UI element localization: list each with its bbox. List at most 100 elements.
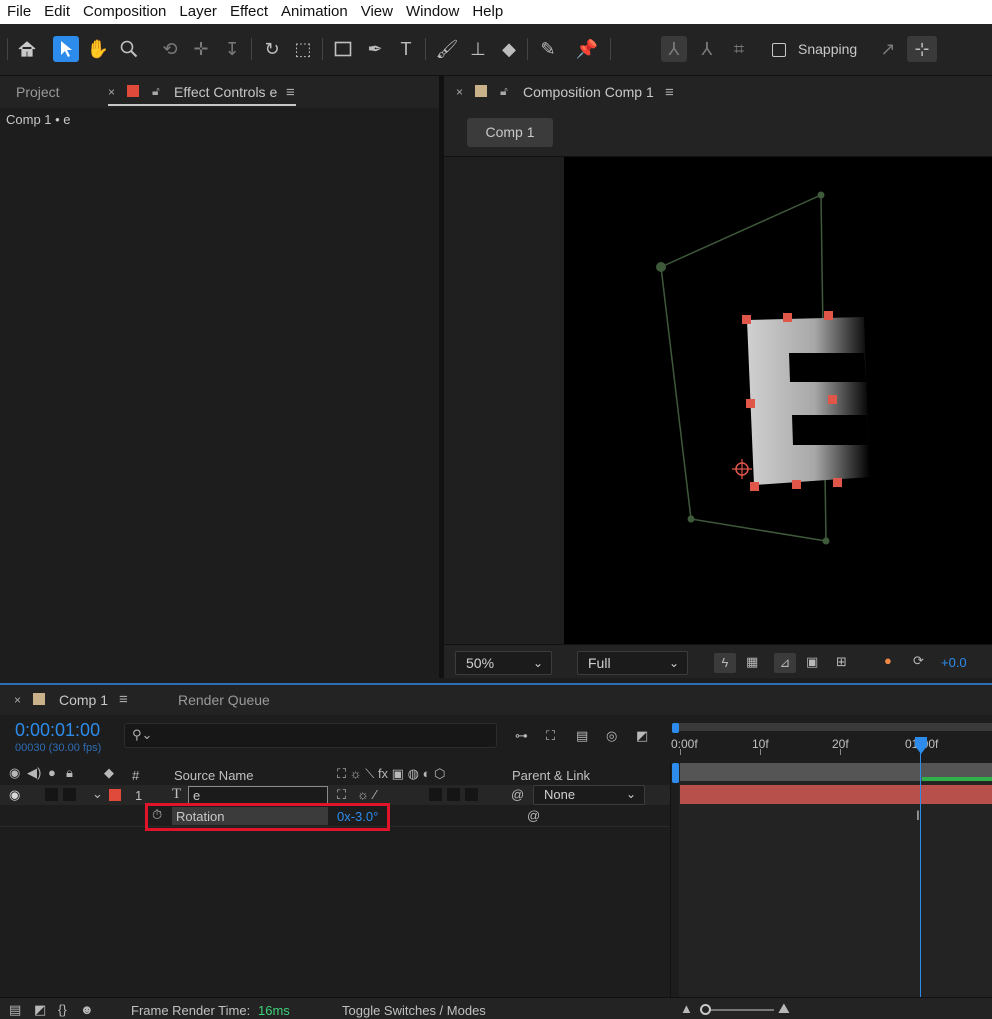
- menu-effect[interactable]: Effect: [223, 0, 274, 24]
- snapping-checkbox[interactable]: [772, 43, 786, 57]
- hand-tool-icon[interactable]: ✋: [85, 36, 111, 62]
- lock-toggle[interactable]: [63, 788, 76, 801]
- in-out-icon[interactable]: {}: [58, 1002, 67, 1017]
- playhead-line[interactable]: [920, 737, 921, 999]
- magnification-dropdown[interactable]: 50% ⌄: [455, 651, 552, 675]
- quality-switch-icon[interactable]: ☼: [357, 787, 369, 802]
- playhead-icon[interactable]: [914, 737, 928, 757]
- zoom-in-icon[interactable]: ⛰: [778, 1000, 790, 1017]
- fast-preview-icon[interactable]: ϟ: [714, 653, 736, 673]
- zoom-slider-track[interactable]: [700, 1009, 774, 1011]
- anchor-point-icon[interactable]: [732, 459, 752, 479]
- zoom-slider-thumb[interactable]: [700, 1004, 711, 1015]
- zoom-tool-icon[interactable]: [116, 36, 142, 62]
- motion-blur-toggle[interactable]: [429, 788, 442, 801]
- comp-mini-flowchart-icon[interactable]: ⊶: [515, 728, 528, 744]
- layer-label-color[interactable]: [109, 789, 121, 801]
- pickwhip-icon[interactable]: @: [511, 787, 524, 802]
- comp-breadcrumb-button[interactable]: Comp 1: [467, 118, 553, 147]
- close-icon[interactable]: ×: [456, 85, 463, 99]
- menu-edit[interactable]: Edit: [37, 0, 76, 24]
- dolly-camera-icon[interactable]: ↧: [219, 36, 245, 62]
- transparency-grid-icon[interactable]: ▦: [746, 654, 758, 670]
- menu-help[interactable]: Help: [465, 0, 509, 24]
- layer-name-field[interactable]: e: [188, 786, 328, 804]
- color-channels-icon[interactable]: ●: [884, 653, 892, 668]
- menu-animation[interactable]: Animation: [274, 0, 354, 24]
- work-area-bracket[interactable]: [672, 763, 679, 783]
- mask-visibility-icon[interactable]: ⊿: [774, 653, 796, 673]
- quality-slash-icon[interactable]: ∕: [374, 787, 376, 802]
- current-timecode[interactable]: 0:00:01:00: [15, 720, 100, 741]
- panel-menu-icon[interactable]: ≡: [286, 84, 295, 101]
- panel-menu-icon[interactable]: ≡: [665, 84, 674, 101]
- motion-blur-icon[interactable]: ◩: [636, 728, 648, 744]
- tab-effect-controls[interactable]: Effect Controls e: [174, 84, 277, 100]
- eye-icon[interactable]: ◉: [9, 787, 20, 803]
- pickwhip-icon[interactable]: @: [527, 808, 540, 823]
- text-layer-e[interactable]: [747, 317, 870, 485]
- lock-icon[interactable]: 🔓︎: [500, 84, 508, 99]
- panel-menu-icon[interactable]: ≡: [119, 691, 128, 708]
- layer-switches-icon[interactable]: ▤: [9, 1002, 21, 1018]
- tab-timeline-comp[interactable]: Comp 1: [59, 692, 108, 708]
- color-management-icon[interactable]: ⟳: [913, 653, 924, 669]
- solo-toggle[interactable]: [45, 788, 58, 801]
- eye-icon[interactable]: ◉: [9, 765, 20, 781]
- audio-icon[interactable]: ◀): [27, 765, 41, 781]
- draft-3d-icon[interactable]: ⛶: [546, 728, 555, 744]
- render-time-icon[interactable]: ☻: [80, 1002, 94, 1017]
- shy-layers-icon[interactable]: ▤: [576, 728, 588, 744]
- toggle-switches-modes[interactable]: Toggle Switches / Modes: [342, 1003, 486, 1018]
- 3d-layer-toggle[interactable]: [465, 788, 478, 801]
- brush-tool-icon[interactable]: 🖌: [434, 36, 460, 62]
- layer-row[interactable]: ◉ ⌄ 1 T e ⛶ ☼ ∕ @ None ⌄: [0, 785, 670, 805]
- selection-tool-icon[interactable]: [53, 36, 79, 62]
- snap-feature-icon[interactable]: ⊹: [907, 36, 937, 62]
- home-icon[interactable]: [14, 36, 40, 62]
- adjustment-toggle[interactable]: [447, 788, 460, 801]
- label-tag-icon[interactable]: ◆: [104, 765, 114, 781]
- roto-brush-tool-icon[interactable]: ✎: [535, 36, 561, 62]
- puppet-pin-tool-icon[interactable]: 📌: [574, 36, 600, 62]
- zoom-out-icon[interactable]: ▲: [680, 1001, 693, 1016]
- rectangle-tool-icon[interactable]: [330, 36, 356, 62]
- grid-guides-icon[interactable]: ⊞: [836, 654, 847, 670]
- region-of-interest-icon[interactable]: ▣: [806, 654, 818, 670]
- solo-icon[interactable]: ●: [48, 765, 56, 780]
- lock-icon[interactable]: 🔓︎: [152, 84, 160, 99]
- tab-render-queue[interactable]: Render Queue: [178, 692, 270, 708]
- collapse-switch-icon[interactable]: ⛶: [337, 787, 346, 803]
- composition-viewer[interactable]: [564, 157, 992, 644]
- column-source-name[interactable]: Source Name: [174, 768, 253, 783]
- frame-blending-icon[interactable]: ◎: [606, 728, 617, 744]
- menu-composition[interactable]: Composition: [76, 0, 172, 24]
- type-tool-icon[interactable]: T: [393, 36, 419, 62]
- menu-window[interactable]: Window: [399, 0, 465, 24]
- layer-search-input[interactable]: ⚲⌄: [124, 723, 497, 748]
- rotation-tool-icon[interactable]: ↻: [259, 36, 285, 62]
- view-axis-icon[interactable]: ⌗: [726, 36, 752, 62]
- clone-stamp-tool-icon[interactable]: ⊥: [465, 36, 491, 62]
- pen-tool-icon[interactable]: ✒: [362, 36, 388, 62]
- local-axis-icon[interactable]: ⅄: [661, 36, 687, 62]
- column-parent-link[interactable]: Parent & Link: [512, 768, 590, 783]
- menu-view[interactable]: View: [354, 0, 399, 24]
- snap-options-icon[interactable]: ↗: [875, 36, 901, 62]
- world-axis-icon[interactable]: ⅄: [694, 36, 720, 62]
- chevron-down-icon[interactable]: ⌄: [92, 786, 103, 802]
- close-icon[interactable]: ×: [14, 693, 21, 707]
- close-icon[interactable]: ×: [108, 85, 115, 99]
- transfer-controls-icon[interactable]: ◩: [34, 1002, 46, 1018]
- lock-icon[interactable]: 🔒︎: [66, 765, 73, 781]
- exposure-value[interactable]: +0.0: [941, 655, 967, 670]
- keyframe-ibeam-icon[interactable]: I: [916, 807, 920, 823]
- menu-file[interactable]: File: [0, 0, 37, 24]
- resolution-dropdown[interactable]: Full ⌄: [577, 651, 688, 675]
- parent-dropdown[interactable]: None ⌄: [533, 785, 645, 805]
- tab-project[interactable]: Project: [16, 84, 60, 100]
- pan-behind-tool-icon[interactable]: ⬚: [290, 36, 316, 62]
- layer-duration-bar[interactable]: [680, 785, 992, 804]
- work-area-bar[interactable]: [675, 723, 992, 731]
- work-area-start-handle[interactable]: [672, 723, 679, 733]
